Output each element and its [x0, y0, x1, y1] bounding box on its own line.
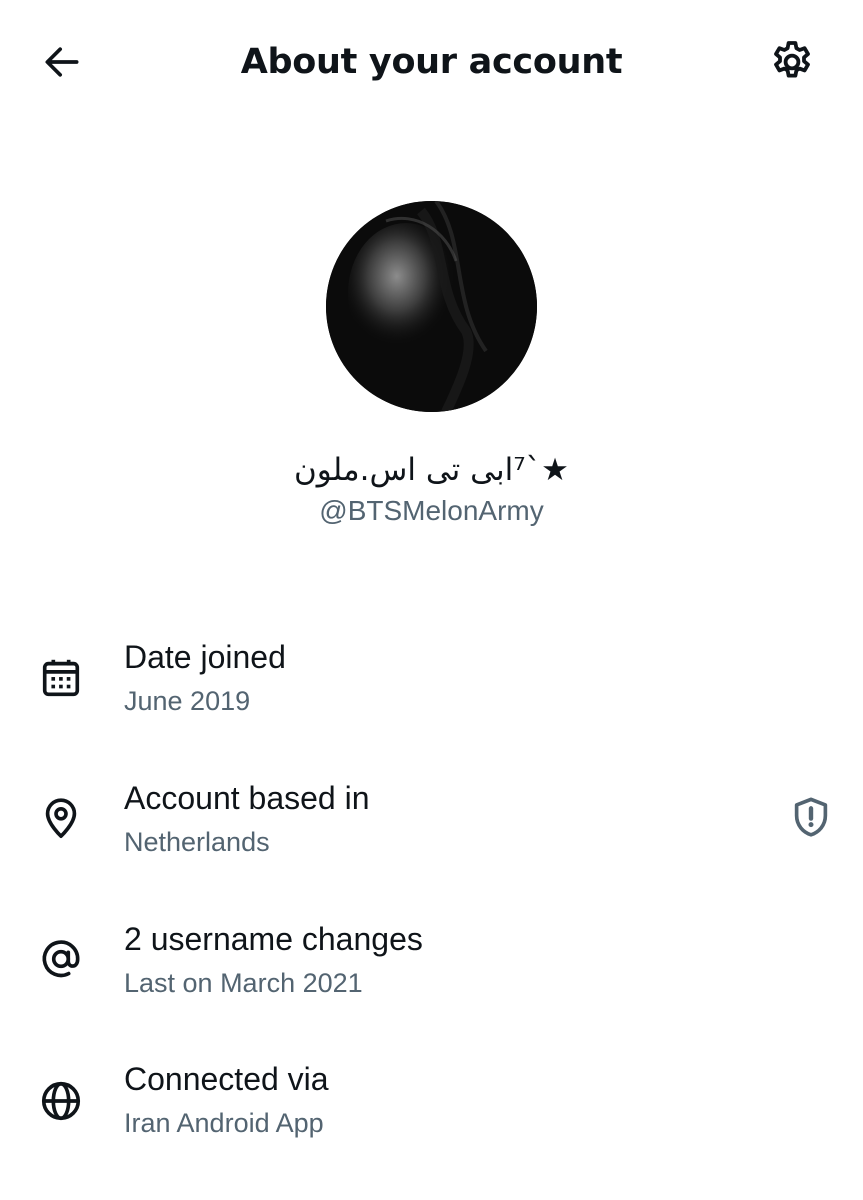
username-changes-value: Last on March 2021 [124, 968, 363, 998]
at-sign-icon [42, 940, 80, 978]
settings-button[interactable] [766, 36, 818, 88]
at-icon-wrap [36, 934, 86, 984]
account-based-in-value: Netherlands [124, 827, 270, 857]
globe-icon [41, 1081, 81, 1121]
row-username-changes: 2 username changes Last on March 2021 [0, 914, 863, 1024]
gear-icon [774, 41, 810, 78]
location-pin-icon [45, 798, 77, 839]
connected-via-value: Iran Android App [124, 1108, 324, 1138]
globe-icon-wrap [36, 1076, 86, 1126]
top-bar: About your account [0, 0, 863, 124]
calendar-icon-wrap [36, 653, 86, 703]
location-icon-wrap [36, 793, 86, 843]
shield-alert-icon [794, 797, 828, 837]
row-account-based-in: Account based in Netherlands [0, 773, 863, 883]
account-based-in-label: Account based in [124, 780, 370, 816]
username-changes-label: 2 username changes [124, 921, 423, 957]
display-name: ★`⁷ابی تی اس.ملون [294, 452, 569, 488]
username-handle: @BTSMelonArmy [319, 495, 544, 526]
avatar[interactable] [326, 201, 537, 412]
page-title: About your account [240, 42, 623, 82]
connected-via-label: Connected via [124, 1061, 329, 1097]
date-joined-value: June 2019 [124, 686, 251, 716]
location-info-button[interactable] [784, 790, 838, 844]
row-connected-via: Connected via Iran Android App [0, 1054, 863, 1164]
row-date-joined: Date joined June 2019 [0, 632, 863, 742]
date-joined-label: Date joined [124, 639, 286, 675]
avatar-photo [326, 201, 537, 412]
calendar-icon [42, 659, 80, 697]
